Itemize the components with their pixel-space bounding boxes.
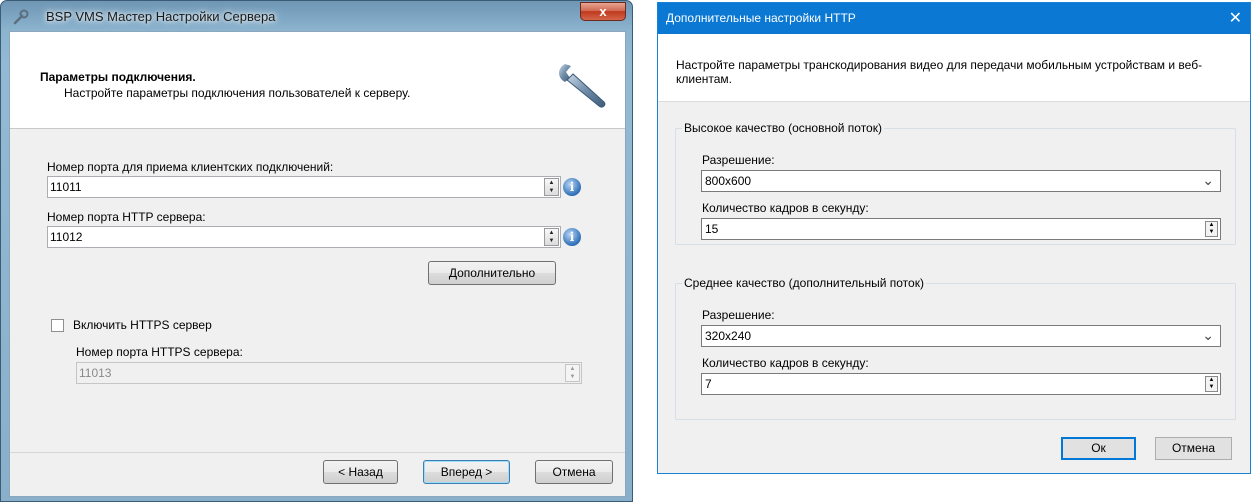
close-icon[interactable]: ✕	[1229, 8, 1242, 28]
title-bar[interactable]: BSP VMS Мастер Настройки Сервера x	[1, 1, 632, 31]
wizard-client-area: Параметры подключения. Настройте парамет…	[9, 31, 626, 497]
http-settings-dialog: Дополнительные настройки HTTP ✕ Настройт…	[657, 2, 1251, 474]
client-port-stepper[interactable]: 11011 ▲ ▼	[47, 176, 561, 198]
https-checkbox-label[interactable]: Включить HTTPS сервер	[73, 318, 212, 332]
dialog-title: Дополнительные настройки HTTP	[666, 11, 856, 25]
high-fps-label: Количество кадров в секунду:	[702, 201, 869, 215]
high-fps-stepper[interactable]: 15 ▲ ▼	[701, 218, 1221, 240]
close-button[interactable]: x	[580, 2, 626, 21]
medium-quality-group: Среднее качество (дополнительный поток) …	[675, 276, 1236, 420]
cancel-button[interactable]: Отмена	[535, 460, 613, 484]
ok-button[interactable]: Ок	[1061, 437, 1136, 460]
http-port-label: Номер порта HTTP сервера:	[47, 210, 206, 224]
medium-fps-spin-arrows[interactable]: ▲ ▼	[1205, 376, 1218, 392]
https-port-label: Номер порта HTTPS сервера:	[76, 345, 243, 359]
wizard-window: BSP VMS Мастер Настройки Сервера x Парам…	[0, 0, 633, 502]
https-checkbox[interactable]	[51, 319, 64, 332]
high-resolution-select[interactable]: 800x600 ⌄	[701, 170, 1221, 192]
page-subtitle: Настройте параметры подключения пользова…	[64, 86, 411, 100]
high-fps-value[interactable]: 15	[705, 222, 718, 236]
client-port-label: Номер порта для приема клиентских подклю…	[47, 160, 334, 174]
back-button[interactable]: < Назад	[323, 460, 398, 484]
info-icon[interactable]: i	[563, 228, 581, 246]
window-title: BSP VMS Мастер Настройки Сервера	[46, 9, 276, 24]
client-port-spin-arrows[interactable]: ▲ ▼	[544, 178, 559, 196]
medium-quality-legend: Среднее качество (дополнительный поток)	[682, 276, 926, 290]
dialog-description: Настройте параметры транскодирования вид…	[676, 58, 1203, 86]
high-fps-spin-arrows[interactable]: ▲ ▼	[1205, 221, 1218, 237]
http-port-spin-arrows[interactable]: ▲ ▼	[544, 228, 559, 246]
https-port-value: 11013	[79, 366, 112, 380]
high-quality-legend: Высокое качество (основной поток)	[682, 121, 884, 135]
http-port-value[interactable]: 11012	[50, 230, 82, 244]
footer-divider	[10, 452, 625, 453]
http-port-stepper[interactable]: 11012 ▲ ▼	[47, 226, 561, 248]
wrench-app-icon	[13, 9, 29, 25]
client-port-value[interactable]: 11011	[50, 180, 82, 194]
chevron-down-icon[interactable]: ⌄	[1202, 172, 1214, 189]
next-button[interactable]: Вперед >	[423, 460, 510, 484]
title-bar[interactable]: Дополнительные настройки HTTP ✕	[658, 3, 1250, 34]
medium-fps-stepper[interactable]: 7 ▲ ▼	[701, 373, 1221, 395]
medium-resolution-value: 320x240	[705, 329, 752, 343]
cancel-button[interactable]: Отмена	[1155, 437, 1232, 460]
medium-resolution-label: Разрешение:	[702, 308, 775, 322]
chevron-down-icon[interactable]: ⌄	[1202, 327, 1214, 344]
high-resolution-label: Разрешение:	[702, 153, 775, 167]
https-port-stepper: 11013 ▲ ▼	[76, 362, 582, 384]
wizard-header: Параметры подключения. Настройте парамет…	[10, 32, 625, 129]
high-quality-group: Высокое качество (основной поток) Разреш…	[675, 121, 1236, 245]
medium-resolution-select[interactable]: 320x240 ⌄	[701, 325, 1221, 347]
info-icon[interactable]: i	[563, 178, 581, 196]
wrench-icon	[559, 64, 606, 108]
medium-fps-value[interactable]: 7	[705, 377, 712, 391]
page-title: Параметры подключения.	[40, 70, 196, 84]
high-resolution-value: 800x600	[705, 174, 752, 188]
https-port-spin-arrows: ▲ ▼	[565, 364, 580, 382]
medium-fps-label: Количество кадров в секунду:	[702, 356, 869, 370]
advanced-button[interactable]: Дополнительно	[428, 261, 556, 285]
dialog-header: Настройте параметры транскодирования вид…	[658, 34, 1250, 102]
